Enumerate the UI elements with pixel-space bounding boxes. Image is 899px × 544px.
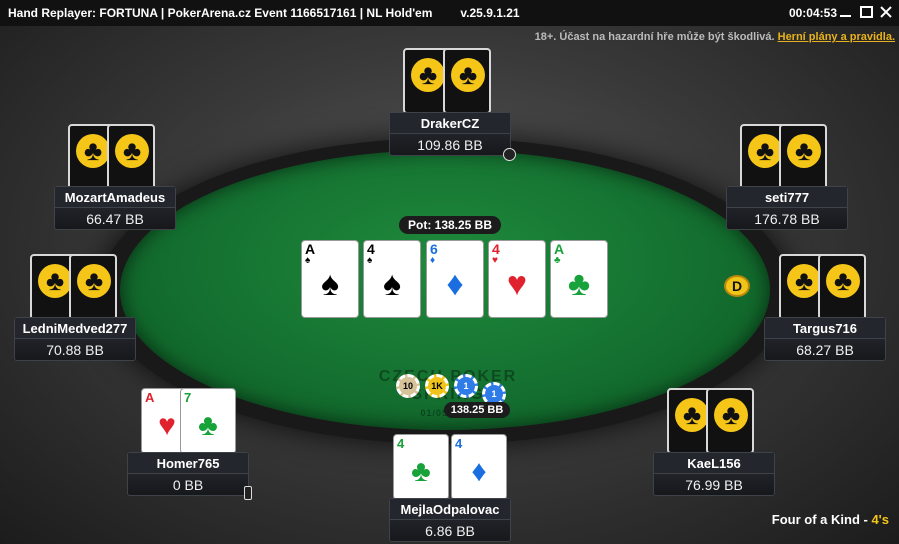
player-name: MejlaOdpalovac xyxy=(390,499,510,520)
card-rank: A xyxy=(145,390,155,405)
club-logo-icon: ♣ xyxy=(826,264,860,298)
seat-mozartamadeus[interactable]: MozartAmadeus 66.47 BB xyxy=(54,186,176,230)
hand-result-highlight: 4's xyxy=(871,512,889,527)
player-name: Targus716 xyxy=(765,318,885,339)
board-card-2: 4 ♠ ♠ xyxy=(363,240,421,318)
board-card-1: A ♠ ♠ xyxy=(301,240,359,318)
card-rank: A xyxy=(305,241,316,257)
hole-card-face: 4 ♦ xyxy=(451,434,507,500)
diamond-icon: ♦ xyxy=(471,455,487,488)
pot-chips-total: 138.25 BB xyxy=(444,402,510,418)
chip-value: 1K xyxy=(431,381,443,391)
player-stack: 0 BB xyxy=(172,477,204,493)
gambling-disclaimer: 18+. Účast na hazardní hře může být škod… xyxy=(535,31,895,43)
club-logo-icon: ♣ xyxy=(714,398,748,432)
player-name: seti777 xyxy=(727,187,847,208)
player-name: LedniMedved277 xyxy=(15,318,135,339)
hole-card-back: ♣ xyxy=(107,124,155,190)
seat-mejlaodpalovac[interactable]: MejlaOdpalovac 6.86 BB xyxy=(389,498,511,542)
globe-icon xyxy=(503,148,516,161)
card-rank: 4 xyxy=(455,436,463,451)
club-logo-icon: ♣ xyxy=(748,134,782,168)
card-suit: ♣ xyxy=(554,255,561,266)
close-icon xyxy=(880,6,892,18)
minimize-button[interactable] xyxy=(837,3,855,21)
mobile-icon xyxy=(244,486,252,500)
player-stack: 109.86 BB xyxy=(417,137,483,153)
chip-stack: 10 xyxy=(396,374,420,398)
player-stack: 176.78 BB xyxy=(754,211,820,227)
player-stack: 66.47 BB xyxy=(86,211,144,227)
hole-card-back: ♣ xyxy=(818,254,866,320)
dealer-button: D xyxy=(724,275,750,297)
chip-value: 1 xyxy=(491,389,497,399)
window-title: Hand Replayer: FORTUNA | PokerArena.cz E… xyxy=(8,6,433,20)
card-suit: ♠ xyxy=(305,255,311,266)
seat-seti777[interactable]: seti777 176.78 BB xyxy=(726,186,848,230)
hole-card-back: ♣ xyxy=(706,388,754,454)
spade-icon: ♠ xyxy=(320,265,340,303)
chip-stack: 1 xyxy=(454,374,478,398)
club-logo-icon: ♣ xyxy=(411,58,445,92)
chip-value: 10 xyxy=(402,381,413,391)
hole-card-back: ♣ xyxy=(443,48,491,114)
disclaimer-text: 18+. Účast na hazardní hře může být škod… xyxy=(534,31,775,43)
board-card-4: 4 ♥ ♥ xyxy=(488,240,546,318)
card-suit: ♦ xyxy=(430,255,436,266)
hole-card-back: ♣ xyxy=(69,254,117,320)
card-rank: 6 xyxy=(430,241,438,257)
club-icon: ♣ xyxy=(411,455,431,488)
player-stack: 6.86 BB xyxy=(425,523,475,539)
card-rank: 4 xyxy=(492,241,500,257)
seat-homer765[interactable]: Homer765 0 BB xyxy=(127,452,249,496)
pot-label: Pot: 138.25 BB xyxy=(399,216,501,234)
seat-kael156[interactable]: KaeL156 76.99 BB xyxy=(653,452,775,496)
hole-card-back: ♣ xyxy=(779,124,827,190)
card-rank: 7 xyxy=(184,390,192,405)
club-logo-icon: ♣ xyxy=(451,58,485,92)
player-stack: 70.88 BB xyxy=(46,342,104,358)
card-suit: ♥ xyxy=(492,255,498,266)
seat-drakercz[interactable]: DrakerCZ 109.86 BB xyxy=(389,112,511,156)
title-bar: Hand Replayer: FORTUNA | PokerArena.cz E… xyxy=(0,0,899,26)
club-logo-icon: ♣ xyxy=(115,134,149,168)
card-suit: ♠ xyxy=(367,255,373,266)
club-icon: ♣ xyxy=(567,265,591,303)
club-logo-icon: ♣ xyxy=(787,134,821,168)
player-stack: 76.99 BB xyxy=(685,477,743,493)
player-stack: 68.27 BB xyxy=(796,342,854,358)
hand-result-text: Four of a Kind - xyxy=(771,512,872,527)
rules-link[interactable]: Herní plány a pravidla. xyxy=(778,31,895,43)
hand-result: Four of a Kind - 4's xyxy=(772,512,889,527)
chip-stack: 1K xyxy=(425,374,449,398)
board-card-3: 6 ♦ ♦ xyxy=(426,240,484,318)
card-rank: 4 xyxy=(397,436,405,451)
club-logo-icon: ♣ xyxy=(38,264,72,298)
club-icon: ♣ xyxy=(198,409,218,442)
card-rank: 4 xyxy=(367,241,375,257)
chip-value: 1 xyxy=(463,381,469,391)
player-name: MozartAmadeus xyxy=(55,187,175,208)
hole-card-face: 4 ♣ xyxy=(393,434,449,500)
club-logo-icon: ♣ xyxy=(76,134,110,168)
board-card-5: A ♣ ♣ xyxy=(550,240,608,318)
club-logo-icon: ♣ xyxy=(675,398,709,432)
club-logo-icon: ♣ xyxy=(787,264,821,298)
heart-icon: ♥ xyxy=(506,265,528,303)
player-name: KaeL156 xyxy=(654,453,774,474)
player-name: DrakerCZ xyxy=(390,113,510,134)
maximize-button[interactable] xyxy=(857,3,875,21)
diamond-icon: ♦ xyxy=(446,265,464,303)
card-rank: A xyxy=(554,241,565,257)
spade-icon: ♠ xyxy=(382,265,402,303)
player-name: Homer765 xyxy=(128,453,248,474)
close-button[interactable] xyxy=(877,3,895,21)
clock: 00:04:53 xyxy=(788,6,837,20)
seat-targus716[interactable]: Targus716 68.27 BB xyxy=(764,317,886,361)
version-label: v.25.9.1.21 xyxy=(460,6,520,20)
hole-card-face: 7 ♣ xyxy=(180,388,236,454)
club-logo-icon: ♣ xyxy=(77,264,111,298)
seat-lednimedved277[interactable]: LedniMedved277 70.88 BB xyxy=(14,317,136,361)
